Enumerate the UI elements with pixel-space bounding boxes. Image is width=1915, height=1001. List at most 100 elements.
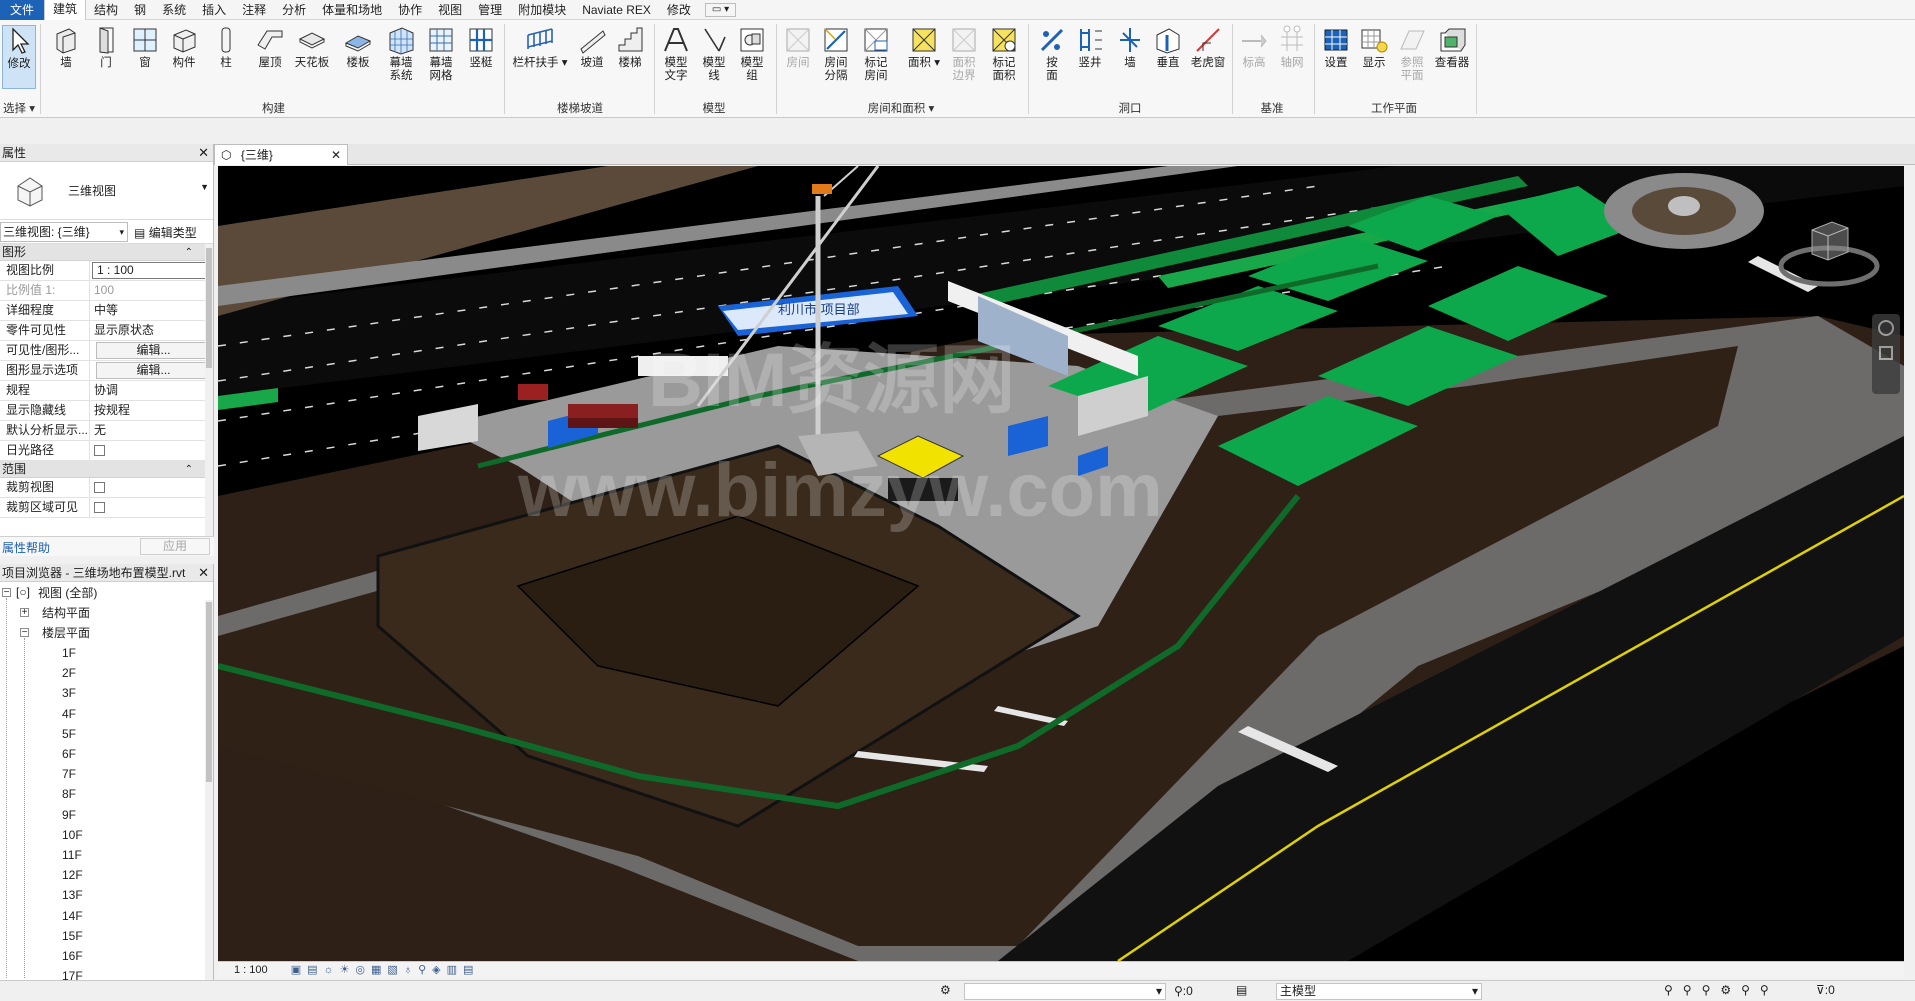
property-value[interactable]: 编辑...: [90, 341, 213, 360]
filter-icon[interactable]: ⊽:0: [1816, 983, 1835, 997]
workset-icon[interactable]: ⚙: [940, 983, 951, 997]
column-button[interactable]: 柱: [206, 25, 246, 70]
railing-button[interactable]: 栏杆扶手 ▾: [512, 25, 568, 70]
tree-item-level[interactable]: 10F: [62, 828, 83, 842]
tab-analyze[interactable]: 分析: [274, 0, 314, 20]
area-boundary-button[interactable]: 面积 边界: [944, 25, 984, 83]
property-value[interactable]: 显示原状态: [90, 321, 213, 340]
model-line-button[interactable]: 模型 线: [694, 25, 734, 83]
by-face-button[interactable]: 按 面: [1032, 25, 1072, 83]
property-value[interactable]: 编辑...: [90, 361, 213, 380]
edit-button[interactable]: 编辑...: [96, 342, 211, 359]
tab-steel[interactable]: 钢: [126, 0, 154, 20]
tree-item-level[interactable]: 3F: [62, 686, 76, 700]
close-icon[interactable]: ✕: [331, 145, 341, 165]
grid-button[interactable]: 轴网: [1272, 25, 1312, 70]
close-icon[interactable]: ✕: [198, 144, 209, 162]
ceiling-button[interactable]: 天花板: [292, 25, 332, 70]
collapse-icon[interactable]: ⌃: [185, 461, 193, 478]
shaft-button[interactable]: 竖井: [1070, 25, 1110, 70]
tab-modify[interactable]: 修改: [659, 0, 699, 20]
checkbox[interactable]: [94, 482, 105, 493]
tab-architecture[interactable]: 建筑: [44, 0, 87, 20]
reference-plane-button[interactable]: 参照 平面: [1392, 25, 1432, 83]
tree-item-views-all[interactable]: 视图 (全部): [38, 586, 97, 600]
checkbox[interactable]: [94, 502, 105, 513]
room-button[interactable]: 房间: [778, 25, 818, 70]
tree-item-level[interactable]: 4F: [62, 707, 76, 721]
ribbon-toggle-button[interactable]: ▭ ▾: [704, 2, 737, 17]
mullion-button[interactable]: 竖梃: [461, 25, 501, 70]
view-scale[interactable]: 1 : 100: [234, 964, 268, 976]
tree-item-level[interactable]: 5F: [62, 727, 76, 741]
ramp-button[interactable]: 坡道: [572, 25, 612, 70]
wall-opening-button[interactable]: 墙: [1110, 25, 1150, 70]
section-header[interactable]: 范围 ⌃: [0, 461, 213, 478]
room-area-group-label[interactable]: 房间和面积 ▾: [778, 100, 1024, 116]
show-workplane-button[interactable]: 显示: [1354, 25, 1394, 70]
vertical-opening-button[interactable]: 垂直: [1148, 25, 1188, 70]
type-selector[interactable]: 三维视图 ▼: [0, 162, 213, 220]
dormer-button[interactable]: 老虎窗: [1188, 25, 1228, 70]
view-scrollbar[interactable]: [1904, 166, 1915, 961]
property-value[interactable]: 中等: [90, 301, 213, 320]
file-menu[interactable]: 文件: [0, 0, 45, 20]
tab-addins[interactable]: 附加模块: [510, 0, 574, 20]
tab-view[interactable]: 视图: [430, 0, 470, 20]
roof-button[interactable]: 屋顶: [250, 25, 290, 70]
tree-item-level[interactable]: 7F: [62, 767, 76, 781]
modify-button[interactable]: 修改: [2, 25, 36, 89]
view-tab-3d[interactable]: ⬡ {三维} ✕: [214, 144, 348, 165]
select-group-label[interactable]: 选择 ▾: [0, 100, 38, 116]
tab-annotate[interactable]: 注释: [234, 0, 274, 20]
floor-button[interactable]: 楼板: [338, 25, 378, 70]
tree-item-level[interactable]: 1F: [62, 646, 76, 660]
tree-item-structural-plans[interactable]: 结构平面: [42, 606, 90, 620]
model-group-button[interactable]: 模型 组: [732, 25, 772, 83]
tree-item-level[interactable]: 13F: [62, 888, 83, 902]
tree-item-level[interactable]: 6F: [62, 747, 76, 761]
workset-dropdown[interactable]: ▾: [964, 983, 1166, 1000]
model-text-button[interactable]: 模型 文字: [656, 25, 696, 83]
property-value[interactable]: 1 : 100: [92, 262, 211, 279]
navigation-bar[interactable]: [1872, 314, 1900, 394]
tab-manage[interactable]: 管理: [470, 0, 510, 20]
browser-scrollbar[interactable]: [205, 600, 213, 980]
area-button[interactable]: 面积 ▾: [904, 25, 944, 70]
property-value[interactable]: [90, 441, 213, 460]
curtain-grid-button[interactable]: 幕墙 网格: [421, 25, 461, 83]
level-button[interactable]: 标高: [1234, 25, 1274, 70]
property-value[interactable]: 协调: [90, 381, 213, 400]
selection-option-icons[interactable]: ⚲⚲⚲⚙⚲⚲: [1664, 983, 1779, 997]
viewcube-icon[interactable]: [1774, 196, 1884, 296]
tab-collaborate[interactable]: 协作: [390, 0, 430, 20]
view-control-icons[interactable]: ▣▤☼☀◎▦▧♁⚲◈▥▤: [291, 964, 480, 976]
properties-scrollbar[interactable]: [205, 244, 213, 536]
set-workplane-button[interactable]: 设置: [1316, 25, 1356, 70]
tree-item-level[interactable]: 8F: [62, 787, 76, 801]
zoom-icon[interactable]: [1879, 346, 1893, 360]
properties-help-link[interactable]: 属性帮助: [2, 539, 50, 556]
door-button[interactable]: 门: [86, 25, 126, 70]
expand-icon[interactable]: +: [20, 608, 29, 618]
close-icon[interactable]: ✕: [198, 564, 209, 582]
wall-button[interactable]: 墙: [46, 25, 86, 70]
window-button[interactable]: 窗: [125, 25, 165, 70]
tag-room-button[interactable]: 标记 房间: [856, 25, 896, 83]
checkbox[interactable]: [94, 445, 105, 456]
tree-item-level[interactable]: 15F: [62, 929, 83, 943]
collapse-icon[interactable]: −: [20, 628, 29, 638]
tree-item-level[interactable]: 2F: [62, 666, 76, 680]
editable-only-counter[interactable]: ⚲:0: [1174, 984, 1193, 998]
curtain-system-button[interactable]: 幕墙 系统: [381, 25, 421, 83]
tree-item-level[interactable]: 11F: [62, 848, 82, 862]
model-dropdown[interactable]: 主模型 ▾: [1276, 983, 1482, 1000]
component-button[interactable]: 构件: [164, 25, 204, 70]
tab-structure[interactable]: 结构: [86, 0, 126, 20]
stair-button[interactable]: 楼梯: [610, 25, 650, 70]
room-separator-button[interactable]: 房间 分隔: [816, 25, 856, 83]
tree-item-floor-plans[interactable]: 楼层平面: [42, 626, 90, 640]
property-value[interactable]: 按规程: [90, 401, 213, 420]
steering-wheel-icon[interactable]: [1878, 320, 1894, 336]
property-value[interactable]: [90, 498, 213, 517]
